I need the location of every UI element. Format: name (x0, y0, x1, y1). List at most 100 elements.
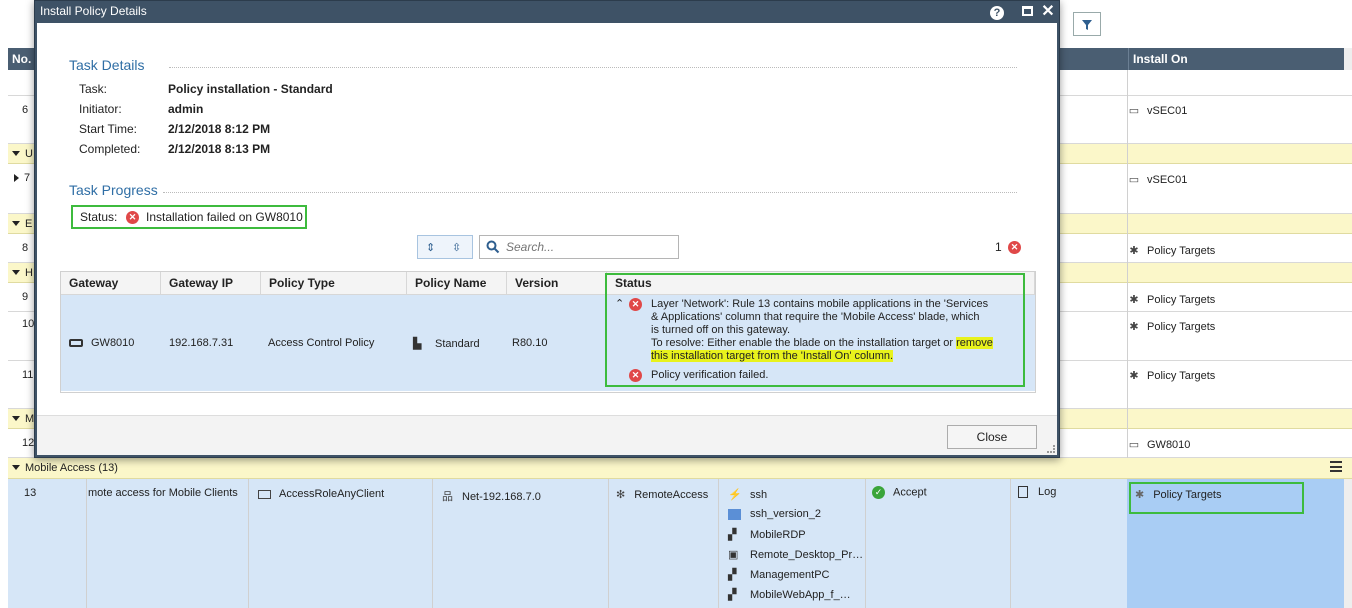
task-details-title: Task Details (69, 57, 145, 73)
rule-number: 6 (22, 104, 29, 116)
collapse-icon[interactable] (12, 151, 20, 157)
install-on-cell[interactable]: ✱ Policy Targets (1127, 244, 1215, 257)
close-button[interactable]: Close (947, 425, 1037, 449)
dialog-footer: Close (37, 415, 1057, 455)
rule-number: 11 (22, 369, 34, 381)
rule-name[interactable]: mote access for Mobile Clients (88, 487, 238, 499)
section-label: M (25, 413, 35, 425)
install-on-cell[interactable]: ▭ GW8010 (1127, 438, 1191, 451)
rule-vpn[interactable]: ✻ RemoteAccess (616, 488, 708, 501)
install-on-cell[interactable]: ▭ vSEC01 (1127, 173, 1188, 186)
close-icon[interactable]: ✕ (1039, 3, 1057, 20)
section-label: U (25, 148, 33, 160)
rule-number: 7 (10, 172, 30, 184)
application-icon: ▞ (728, 589, 737, 601)
column-divider (865, 479, 866, 608)
column-header-install-on[interactable]: Install On (1128, 48, 1344, 70)
policy-package-icon: ▙ (413, 338, 422, 350)
maximize-icon[interactable] (1018, 3, 1036, 20)
expand-all-button[interactable]: ⇕ ⇳ (417, 235, 473, 259)
column-header-version[interactable]: Version (507, 272, 607, 295)
task-progress-title: Task Progress (69, 182, 158, 198)
column-divider (248, 479, 249, 608)
rule-track[interactable]: Log (1018, 486, 1056, 499)
application-icon: ▞ (728, 569, 737, 581)
menu-icon[interactable] (1330, 461, 1342, 472)
service-item[interactable]: ▣ Remote_Desktop_Pr… (728, 548, 863, 561)
column-divider (1010, 479, 1011, 608)
column-divider (86, 479, 87, 608)
policy-name-cell: ▙ Standard (413, 338, 480, 350)
section-label: E (25, 218, 33, 230)
install-on-cell[interactable]: ✱ Policy Targets (1127, 320, 1215, 333)
rule-action[interactable]: ✓ Accept (872, 486, 927, 499)
error-icon: ✕ (629, 369, 642, 382)
gateway-icon: ▭ (1128, 174, 1140, 186)
search-box[interactable] (479, 235, 679, 259)
rule-source[interactable]: AccessRoleAnyClient (258, 488, 384, 500)
column-header-policy-name[interactable]: Policy Name (407, 272, 507, 295)
collapse-icon[interactable] (12, 416, 20, 422)
network-icon: 品 (442, 491, 453, 503)
highlighted-text: this installation target from the 'Insta… (651, 350, 894, 362)
install-on-cell[interactable]: ✱ Policy Targets (1127, 293, 1215, 306)
service-item[interactable]: ▞ MobileWebApp_f_… (728, 588, 851, 601)
collapse-icon[interactable] (12, 221, 20, 227)
highlighted-text: remove (956, 337, 993, 349)
column-header-gateway[interactable]: Gateway (61, 272, 161, 295)
status-value: Installation failed on GW8010 (146, 210, 303, 224)
service-item[interactable]: ssh_version_2 (728, 508, 821, 520)
column-divider (432, 479, 433, 608)
start-time-label: Start Time: (79, 122, 138, 136)
status-message: Layer 'Network': Rule 13 contains mobile… (651, 298, 993, 362)
service-icon (728, 508, 741, 520)
resize-grip-icon[interactable] (1047, 445, 1055, 453)
section-label: H (25, 267, 33, 279)
column-divider (608, 479, 609, 608)
collapse-details-icon[interactable]: ⌃ (615, 297, 624, 310)
install-policy-details-dialog: Install Policy Details ? ✕ Task Details … (34, 0, 1060, 458)
column-header-no[interactable]: No. (8, 48, 34, 70)
collapse-all-icon[interactable]: ⇳ (452, 241, 461, 254)
highlight-box-install-on (1129, 482, 1304, 514)
rule-destination[interactable]: 品 Net-192.168.7.0 (442, 488, 541, 504)
service-icon: ⚡ (728, 489, 742, 501)
filter-button[interactable] (1073, 12, 1101, 36)
rule-number: 8 (22, 242, 29, 254)
task-label: Task: (79, 82, 108, 96)
search-input[interactable] (506, 239, 674, 255)
section-header-mobile-access[interactable]: Mobile Access (13) (8, 458, 1352, 479)
initiator-value: admin (168, 102, 204, 116)
filter-icon (1082, 19, 1092, 30)
column-header-bg (1060, 48, 1128, 70)
column-header-gateway-ip[interactable]: Gateway IP (161, 272, 261, 295)
initiator-label: Initiator: (79, 102, 122, 116)
error-counter: 1 ✕ (995, 240, 1022, 255)
task-value: Policy installation - Standard (168, 82, 333, 96)
collapse-icon[interactable] (12, 270, 20, 276)
rule-number: 12 (22, 437, 35, 449)
version-cell: R80.10 (512, 337, 548, 349)
expand-icon[interactable] (14, 173, 19, 182)
column-header-policy-type[interactable]: Policy Type (261, 272, 407, 295)
collapse-icon[interactable] (12, 465, 20, 471)
divider (169, 67, 1017, 68)
asterisk-icon: ✱ (1129, 370, 1139, 382)
install-on-cell[interactable]: ✱ Policy Targets (1127, 369, 1215, 382)
service-item[interactable]: ▞ MobileRDP (728, 528, 806, 541)
expand-all-icon[interactable]: ⇕ (426, 241, 435, 254)
rule-number: 10 (22, 318, 35, 330)
rule-number: 13 (24, 487, 37, 499)
help-icon[interactable]: ? (988, 3, 1006, 20)
policy-type-cell: Access Control Policy (268, 337, 375, 349)
install-on-cell[interactable]: ▭ vSEC01 (1127, 104, 1188, 117)
gateway-cell: GW8010 (69, 337, 134, 349)
error-icon: ✕ (126, 211, 139, 224)
service-item[interactable]: ⚡ ssh (728, 488, 767, 501)
rule-number: 9 (22, 291, 29, 303)
service-item[interactable]: ▞ ManagementPC (728, 568, 830, 581)
divider (163, 192, 1017, 193)
vpn-community-icon: ✻ (616, 489, 626, 501)
section-label: Mobile Access (13) (25, 462, 118, 474)
completed-label: Completed: (79, 142, 141, 156)
